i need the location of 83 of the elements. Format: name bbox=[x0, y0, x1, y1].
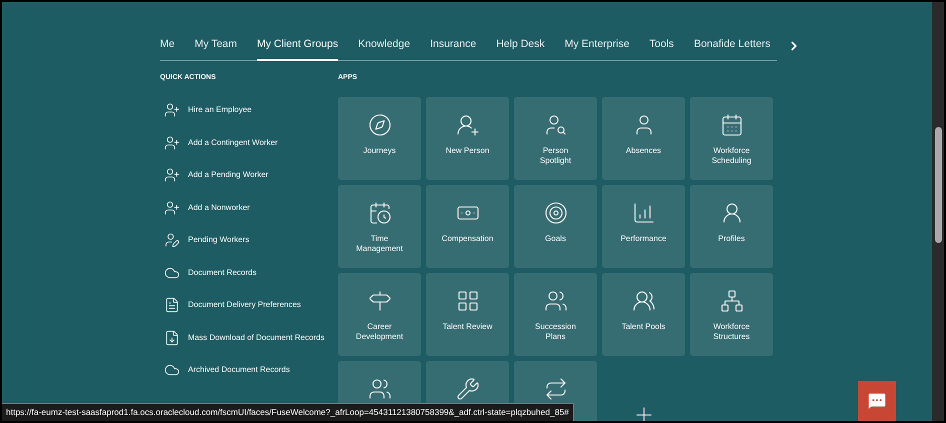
people-icon bbox=[632, 289, 656, 314]
app-tile-label: Absences bbox=[626, 146, 662, 156]
quick-action-link[interactable]: Add a Pending Worker bbox=[160, 166, 338, 184]
nav-tab[interactable]: Bonafide Letters bbox=[694, 37, 770, 61]
nav-tab[interactable]: Insurance bbox=[430, 37, 476, 61]
quick-action-link[interactable]: Mass Download of Document Records bbox=[160, 328, 338, 347]
app-tile[interactable]: Absences bbox=[602, 97, 685, 180]
scrollbar[interactable] bbox=[932, 2, 944, 421]
app-tile[interactable]: Talent Review bbox=[426, 273, 509, 356]
target-icon bbox=[544, 201, 568, 226]
quick-action-link[interactable]: Add a Nonworker bbox=[160, 198, 338, 217]
bar-chart-icon bbox=[632, 201, 656, 226]
app-tile-label: Goals bbox=[545, 234, 566, 244]
app-tile[interactable]: Journeys bbox=[338, 97, 421, 180]
app-tile-label: Workforce Structures bbox=[712, 322, 751, 342]
compass-icon bbox=[368, 113, 392, 138]
app-tile-label: Talent Review bbox=[442, 322, 492, 332]
document-download-icon bbox=[164, 330, 180, 346]
app-tile-label: Performance bbox=[620, 234, 666, 244]
quick-action-link[interactable]: Archived Document Records bbox=[160, 361, 338, 380]
url-tooltip: https://fa-eumz-test-saasfaprod1.fa.ocs.oraclecloud.com/fscmUI/faces/FuseWelcome?_afrLoop=45431121380758399&_adf.ctrl-state=plqzbuhed_85# bbox=[2, 403, 574, 421]
quick-action-link[interactable]: Document Records bbox=[160, 264, 338, 282]
quick-action-label: Hire an Employee bbox=[188, 104, 252, 116]
quick-action-link[interactable]: Add a Contingent Worker bbox=[160, 134, 338, 152]
app-tile[interactable]: Workforce Scheduling bbox=[690, 97, 773, 180]
person-add-icon bbox=[164, 102, 180, 118]
chat-button[interactable] bbox=[858, 381, 896, 421]
quick-action-label: Mass Download of Document Records bbox=[188, 332, 325, 344]
quick-action-label: Archived Document Records bbox=[188, 364, 290, 376]
nav-tab[interactable]: Help Desk bbox=[496, 37, 545, 61]
nav-tab[interactable]: Knowledge bbox=[358, 37, 410, 61]
app-tile-label: Journeys bbox=[363, 146, 396, 156]
app-tile[interactable]: Time Management bbox=[338, 185, 421, 268]
person-add-icon bbox=[456, 113, 480, 138]
app-tile[interactable]: Performance bbox=[602, 185, 685, 268]
signpost-icon bbox=[368, 289, 392, 314]
app-tile-label: Compensation bbox=[442, 234, 494, 244]
app-tile-label: Profiles bbox=[718, 234, 745, 244]
app-tile[interactable]: Career Development bbox=[338, 273, 421, 356]
nav-tab[interactable]: Tools bbox=[649, 37, 674, 61]
quick-action-label: Add a Pending Worker bbox=[188, 169, 268, 182]
app-tile-label: Person Spotlight bbox=[538, 146, 572, 166]
people-icon bbox=[368, 377, 392, 402]
app-tile[interactable]: Compensation bbox=[426, 185, 509, 268]
quick-action-link[interactable]: Hire an Employee bbox=[160, 101, 338, 120]
app-tile-label: New Person bbox=[446, 146, 490, 156]
app-tile[interactable]: New Person bbox=[426, 97, 509, 180]
person-add-icon bbox=[164, 167, 180, 184]
quick-action-label: Add a Contingent Worker bbox=[188, 136, 278, 149]
grid-icon bbox=[456, 289, 480, 314]
app-tile-label: Career Development bbox=[354, 322, 404, 342]
people-icon bbox=[544, 289, 568, 314]
quick-action-label: Document Records bbox=[188, 266, 256, 279]
hierarchy-icon bbox=[720, 289, 744, 314]
quick-action-link[interactable]: Document Delivery Preferences bbox=[160, 296, 338, 314]
app-tile[interactable]: Profiles bbox=[690, 185, 773, 268]
app-tile[interactable]: Workforce Structures bbox=[690, 273, 773, 356]
tools-icon bbox=[456, 377, 480, 402]
exchange-arrows-icon bbox=[544, 377, 568, 402]
app-tile[interactable]: Succession Plans bbox=[514, 273, 597, 356]
app-tile-label: Workforce Scheduling bbox=[710, 146, 752, 166]
document-icon bbox=[164, 297, 180, 314]
scrollbar-thumb[interactable] bbox=[934, 127, 942, 243]
app-tile[interactable]: Talent Pools bbox=[602, 273, 685, 356]
nav-tab[interactable]: My Team bbox=[194, 37, 237, 61]
person-search-icon bbox=[544, 113, 568, 138]
quick-action-label: Add a Nonworker bbox=[188, 202, 250, 214]
nav-tab[interactable]: Me bbox=[160, 37, 175, 61]
person-add-icon bbox=[164, 200, 180, 216]
person-edit-icon bbox=[164, 232, 180, 248]
quick-action-label: Pending Workers bbox=[188, 234, 250, 246]
quick-action-label: Document Delivery Preferences bbox=[188, 299, 301, 312]
app-tile-label: Time Management bbox=[355, 234, 404, 254]
app-tile-label: Succession Plans bbox=[534, 322, 577, 342]
nav-tab[interactable]: My Client Groups bbox=[257, 37, 338, 61]
calendar-icon bbox=[368, 201, 392, 226]
app-tile[interactable]: Person Spotlight bbox=[514, 97, 597, 180]
person-add-icon bbox=[164, 134, 180, 151]
app-tile[interactable]: Goals bbox=[514, 185, 597, 268]
nav-tab[interactable]: My Enterprise bbox=[564, 37, 630, 61]
quick-action-link[interactable]: Pending Workers bbox=[160, 231, 338, 250]
app-tile-label: Talent Pools bbox=[622, 322, 666, 332]
calendar-icon bbox=[720, 113, 744, 138]
